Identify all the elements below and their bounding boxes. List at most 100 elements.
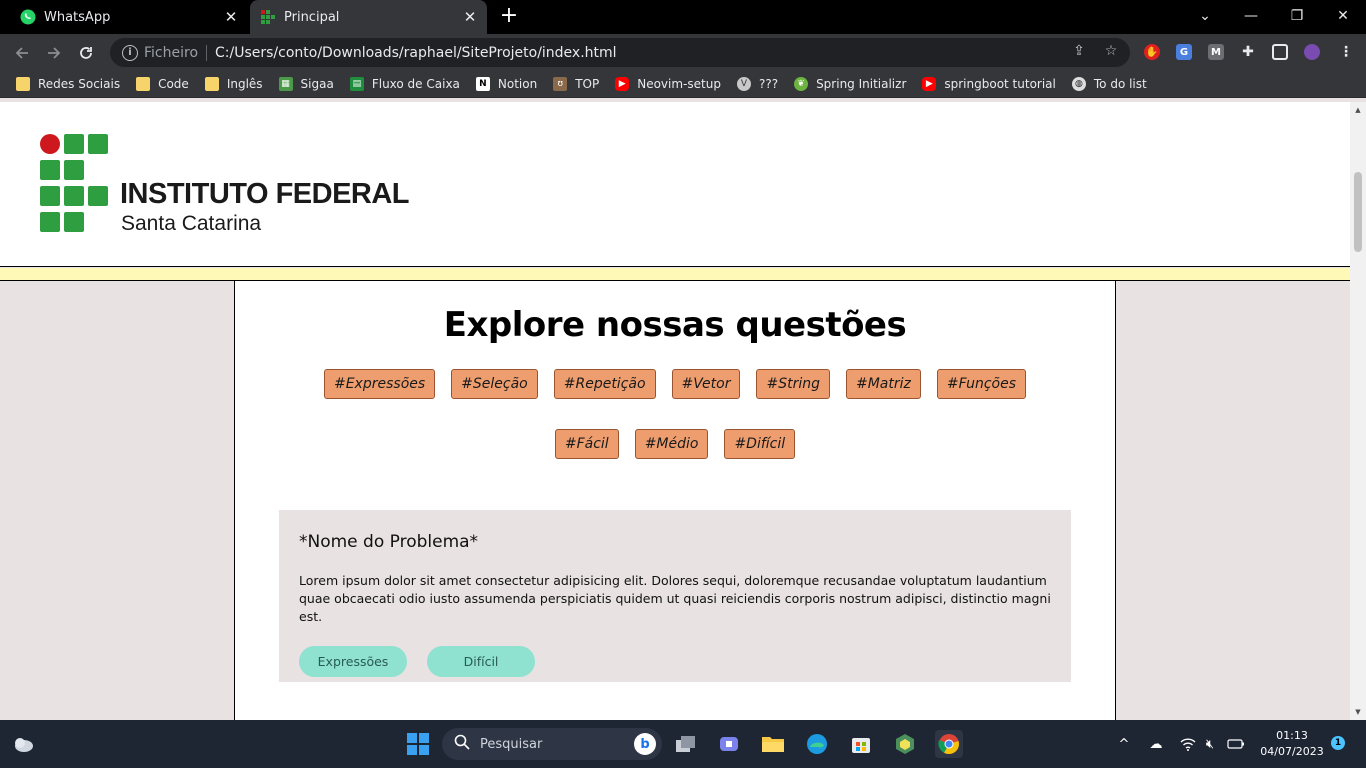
tag-dificil[interactable]: #Difícil [724, 429, 796, 459]
clock-time: 01:13 [1276, 729, 1308, 742]
notification-badge[interactable]: 1 [1331, 736, 1345, 750]
bookmark-neovim-setup[interactable]: ▶ Neovim-setup [615, 76, 721, 91]
close-window-icon[interactable]: ✕ [1320, 0, 1366, 32]
site-info-icon[interactable]: i [122, 44, 138, 61]
share-icon[interactable]: ⇪ [1070, 42, 1088, 60]
bookmark-label: To do list [1093, 76, 1147, 91]
vue-icon: V [736, 76, 751, 91]
folder-icon [136, 76, 151, 91]
bookmark-redes-sociais[interactable]: Redes Sociais [16, 76, 120, 91]
microsoft-store-icon[interactable] [847, 730, 875, 758]
new-tab-button[interactable]: + [498, 5, 520, 28]
clock-date: 04/07/2023 [1260, 745, 1324, 758]
bookmark-notion[interactable]: N Notion [475, 76, 538, 91]
page-scrollbar[interactable]: ▲ ▼ [1350, 102, 1366, 720]
bing-icon: b [634, 733, 656, 755]
problem-pill-topic[interactable]: Expressões [299, 646, 407, 677]
tag-vetor[interactable]: #Vetor [671, 369, 741, 399]
main-content: Explore nossas questões #Expressões #Sel… [234, 281, 1116, 720]
bookmark-label: TOP [575, 76, 600, 91]
file-explorer-icon[interactable] [759, 730, 787, 758]
file-chip: Ficheiro [144, 44, 208, 61]
tag-medio[interactable]: #Médio [634, 429, 709, 459]
bookmark-label: Neovim-setup [637, 76, 721, 91]
show-hidden-icons-chevron-icon[interactable]: ^ [1114, 734, 1134, 754]
bookmark-label: Notion [497, 76, 538, 91]
teams-chat-icon[interactable] [715, 730, 743, 758]
taskbar-search[interactable]: Pesquisar b [442, 728, 662, 760]
page-viewport: INSTITUTO FEDERAL Santa Catarina Explore… [0, 102, 1350, 720]
scroll-thumb[interactable] [1354, 172, 1362, 252]
close-tab-icon[interactable]: ✕ [222, 8, 240, 26]
reload-icon[interactable] [73, 40, 99, 66]
start-windows-icon[interactable] [404, 730, 432, 758]
whatsapp-icon [20, 9, 36, 25]
adblock-extension-icon[interactable]: ✋ [1144, 44, 1160, 60]
tab-principal[interactable]: Principal ✕ [250, 0, 487, 34]
battery-icon[interactable] [1226, 734, 1246, 754]
address-bar[interactable]: i Ficheiro C:/Users/conto/Downloads/raph… [110, 38, 1130, 67]
problem-card[interactable]: *Nome do Problema* Lorem ipsum dolor sit… [279, 510, 1071, 682]
bookmark-question-marks[interactable]: V??? [736, 76, 778, 91]
volume-muted-icon[interactable]: 🔇︎ [1200, 734, 1220, 754]
tag-facil[interactable]: #Fácil [554, 429, 619, 459]
youtube-icon: ▶ [615, 76, 630, 91]
menu-kebab-icon[interactable]: ⋮ [1338, 44, 1354, 60]
close-tab-icon[interactable]: ✕ [461, 8, 479, 26]
bookmark-code[interactable]: Code [136, 76, 189, 91]
onedrive-offline-icon[interactable]: ☁ [1146, 734, 1166, 754]
bookmark-springboot-tutorial[interactable]: ▶ springboot tutorial [922, 76, 1056, 91]
ifsc-logo-mark-icon [40, 134, 110, 234]
problem-pill-difficulty[interactable]: Difícil [427, 646, 535, 677]
ifsc-favicon-icon [260, 9, 276, 25]
url-text[interactable]: C:/Users/conto/Downloads/raphael/SitePro… [215, 45, 617, 61]
scroll-up-icon[interactable]: ▲ [1354, 106, 1362, 114]
profile-avatar[interactable] [1304, 44, 1320, 60]
decorative-band [0, 268, 1350, 281]
folder-icon [204, 76, 219, 91]
translate-extension-icon[interactable]: G [1176, 44, 1192, 60]
bookmarks-bar: Redes Sociais Code Inglês ▦ Sigaa ▤ Fluxo … [0, 70, 1366, 98]
bookmark-label: Fluxo de Caixa [371, 76, 460, 91]
youtube-icon: ▶ [922, 76, 937, 91]
bookmark-label: Inglês [226, 76, 263, 91]
wifi-icon[interactable] [1178, 734, 1198, 754]
bookmark-fluxo-de-caixa[interactable]: ▤ Fluxo de Caixa [349, 76, 460, 91]
bookmark-label: Sigaa [300, 76, 334, 91]
tab-search-chevron-icon[interactable]: ⌄ [1182, 0, 1228, 32]
logo-title: INSTITUTO FEDERAL [120, 178, 410, 210]
logo-subtitle: Santa Catarina [121, 212, 262, 235]
bookmark-top[interactable]: ʊ TOP [553, 76, 600, 91]
extensions-puzzle-icon[interactable]: ✚ [1240, 44, 1256, 60]
chrome-icon[interactable] [935, 730, 963, 758]
tab-whatsapp[interactable]: WhatsApp ✕ [0, 0, 248, 34]
search-placeholder: Pesquisar [480, 736, 543, 752]
tag-string[interactable]: #String [756, 369, 830, 399]
edge-icon[interactable] [803, 730, 831, 758]
weather-icon[interactable] [9, 730, 37, 758]
bookmark-ingles[interactable]: Inglês [204, 76, 263, 91]
forward-arrow-icon[interactable] [41, 40, 67, 66]
restore-icon[interactable]: ❐ [1274, 0, 1320, 32]
tag-funcoes[interactable]: #Funções [936, 369, 1026, 399]
tag-selecao[interactable]: #Seleção [451, 369, 538, 399]
spring-icon: ❦ [794, 76, 809, 91]
minimize-icon[interactable]: — [1228, 0, 1274, 32]
tag-matriz[interactable]: #Matriz [845, 369, 921, 399]
top-icon: ʊ [553, 76, 568, 91]
tab-title: Principal [284, 9, 340, 25]
system-clock[interactable]: 01:13 04/07/2023 [1258, 728, 1326, 760]
scroll-down-icon[interactable]: ▼ [1354, 708, 1362, 716]
bookmark-star-icon[interactable]: ☆ [1102, 42, 1120, 60]
m-extension-icon[interactable]: M [1208, 44, 1224, 60]
tag-repeticao[interactable]: #Repetição [553, 369, 656, 399]
app-cube-icon[interactable] [891, 730, 919, 758]
task-view-icon[interactable] [672, 730, 700, 758]
bookmark-label: Spring Initializr [816, 76, 907, 91]
side-panel-icon[interactable] [1272, 44, 1288, 60]
tag-expressoes[interactable]: #Expressões [323, 369, 436, 399]
bookmark-sigaa[interactable]: ▦ Sigaa [278, 76, 334, 91]
bookmark-spring-initializr[interactable]: ❦ Spring Initializr [794, 76, 907, 91]
back-arrow-icon[interactable] [9, 40, 35, 66]
bookmark-to-do-list[interactable]: ◍ To do list [1071, 76, 1147, 91]
